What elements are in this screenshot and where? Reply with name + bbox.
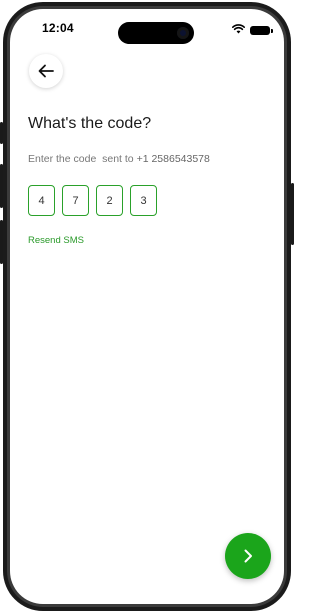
phone-number: +1 2586543578 (136, 153, 210, 165)
code-digit-3[interactable]: 2 (96, 185, 123, 216)
status-time: 12:04 (42, 21, 74, 35)
next-button[interactable] (225, 533, 271, 579)
chevron-right-icon (241, 548, 255, 564)
arrow-left-icon (38, 64, 54, 78)
instructions-text: Enter the code sent to (28, 153, 137, 165)
code-digit-1[interactable]: 4 (28, 185, 55, 216)
battery-icon (250, 25, 273, 35)
page-title: What's the code? (28, 115, 152, 132)
screen: 12:04 What's the code? Enter the code se… (10, 9, 284, 604)
phone-frame: 12:04 What's the code? Enter the code se… (3, 2, 291, 611)
code-instructions: Enter the code sent to +1 2586543578 (28, 153, 210, 165)
dynamic-island (118, 22, 194, 44)
code-digit-2[interactable]: 7 (62, 185, 89, 216)
wifi-icon (232, 21, 245, 39)
front-camera (177, 27, 189, 39)
code-input-group: 4 7 2 3 (28, 185, 157, 216)
phone-bezel: 12:04 What's the code? Enter the code se… (7, 6, 287, 607)
resend-sms-link[interactable]: Resend SMS (28, 235, 84, 246)
code-digit-4[interactable]: 3 (130, 185, 157, 216)
status-icons (232, 21, 273, 39)
power-button (291, 183, 294, 245)
stage: 12:04 What's the code? Enter the code se… (0, 0, 300, 615)
back-button[interactable] (29, 54, 63, 88)
